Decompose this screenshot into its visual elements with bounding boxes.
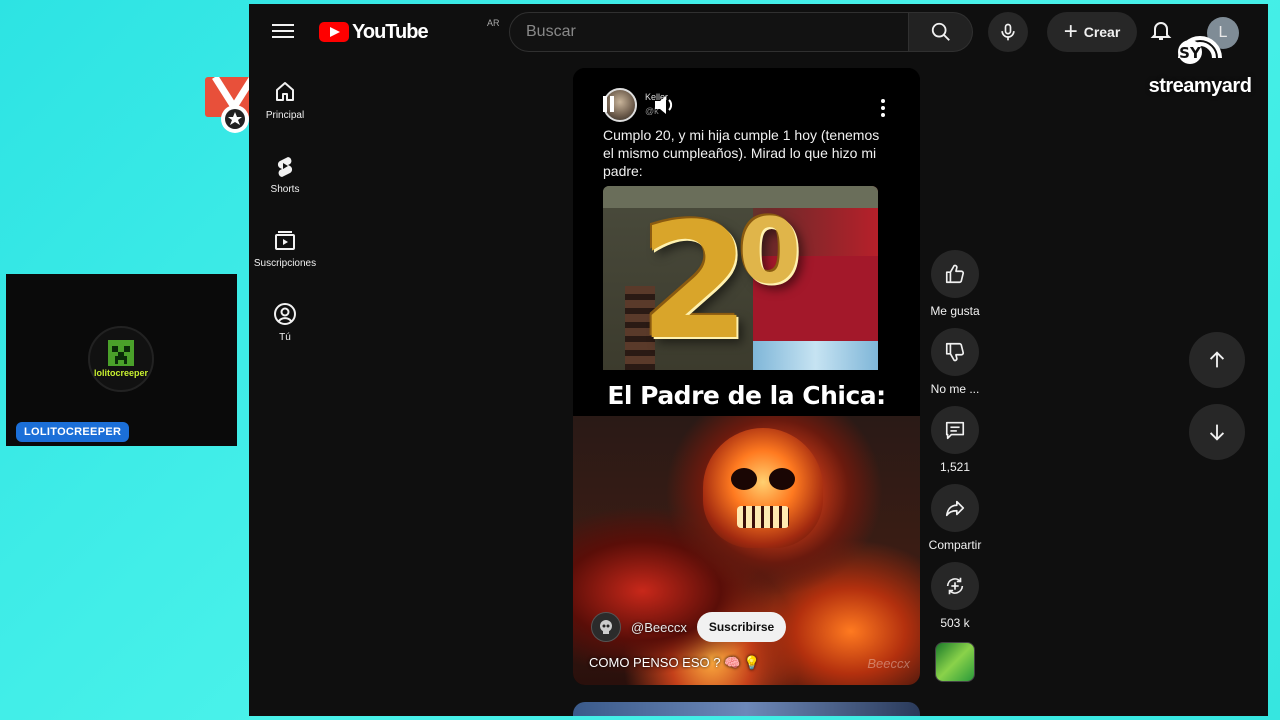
video-frame [573,416,920,685]
card-text: Cumplo 20, y mi hija cumple 1 hoy (tenem… [603,127,880,179]
search-button[interactable] [909,12,973,52]
youtube-window: YouTube AR + Crear L Principal Shorts [249,4,1268,716]
cam-avatar: lolitocreeper [88,326,154,392]
dislike-button[interactable] [931,328,979,376]
subscribe-button[interactable]: Suscribirse [696,612,787,642]
comments-count: 1,521 [939,460,971,474]
share-label: Compartir [928,538,982,552]
create-button[interactable]: + Crear [1047,12,1137,52]
country-code: AR [487,18,500,28]
webcam-panel: lolitocreeper LOLITOCREEPER [6,274,237,446]
creeper-icon [108,340,134,366]
remix-action: 503 k [929,562,981,640]
share-action: Compartir [929,484,981,562]
comments-button[interactable] [931,406,979,454]
user-icon [274,303,296,325]
arrow-down-icon [1209,424,1225,441]
thumbs-down-icon [945,342,965,362]
youtube-play-icon [319,22,349,42]
like-button[interactable] [931,250,979,298]
youtube-header: YouTube AR + Crear L [249,4,1268,60]
search-input[interactable] [509,12,909,52]
like-action: Me gusta [929,250,981,328]
next-short-preview[interactable] [573,702,920,716]
comment-icon [945,421,965,440]
channel-avatar[interactable] [591,612,621,642]
pause-button[interactable] [603,96,623,116]
create-label: Crear [1083,24,1121,40]
menu-button[interactable] [269,20,297,44]
remix-button[interactable] [931,562,979,610]
sidebar-item-shorts[interactable]: Shorts [249,144,321,218]
cam-name-tag: LOLITOCREEPER [16,422,130,442]
comments-action: 1,521 [929,406,981,484]
sidebar-item-home[interactable]: Principal [249,70,321,144]
short-card: Keller @k Cumplo 20, y mi hija cumple 1 … [573,68,920,416]
share-icon [945,500,965,517]
sidebar-item-subscriptions[interactable]: Suscripciones [249,218,321,292]
streamyard-label: streamyard [1148,75,1252,97]
short-title[interactable]: COMO PENSO ESO ? 🧠 💡 [589,655,760,671]
channel-row: @Beeccx Suscribirse [591,612,787,642]
remix-icon [946,577,964,595]
video-caption: El Padre de la Chica: [607,380,886,410]
cam-avatar-name: lolitocreeper [93,368,149,378]
channel-handle[interactable]: @Beeccx [631,620,687,635]
sidebar-item-you[interactable]: Tú [249,292,321,366]
short-actions: Me gusta No me ... 1,521 Compartir 503 k [929,250,981,690]
youtube-logo[interactable]: YouTube AR [319,18,500,44]
plus-icon: + [1063,18,1078,45]
logo-text: YouTube [352,20,429,43]
more-options-button[interactable] [873,98,893,118]
flaming-skull [703,428,823,548]
streamyard-icon: SY [1178,36,1222,64]
sidebar-item-label: Tú [279,332,291,343]
skull-avatar-icon [600,620,612,634]
sidebar: Principal Shorts Suscripciones Tú [249,70,321,366]
volume-button[interactable] [653,94,679,116]
svg-text:SY: SY [1179,44,1202,62]
video-watermark: Beeccx [867,656,910,671]
sidebar-item-label: Principal [265,110,305,121]
streamyard-logo: SY streamyard [1140,18,1260,100]
previous-short-button[interactable] [1189,332,1245,388]
remix-count: 503 k [940,616,970,630]
shorts-icon [277,157,293,177]
dislike-label: No me ... [930,382,980,396]
subscriptions-icon [275,231,295,250]
sidebar-item-label: Shorts [270,184,300,195]
sidebar-item-label: Suscripciones [253,258,317,269]
arrow-up-icon [1209,351,1225,368]
dislike-action: No me ... [929,328,981,406]
like-label: Me gusta [930,304,980,318]
birthday-photo: 20 [603,186,878,382]
voice-search-button[interactable] [988,12,1028,52]
short-video-player[interactable]: Keller @k Cumplo 20, y mi hija cumple 1 … [573,68,920,685]
volume-icon [655,96,673,114]
home-icon [276,82,294,101]
sound-thumbnail[interactable] [935,642,975,682]
balloon-number: 20 [639,188,801,375]
thumbs-up-icon [945,264,965,284]
microphone-icon [1001,23,1015,41]
share-button[interactable] [931,484,979,532]
sound-action [929,640,981,690]
search-bar [509,12,973,52]
caption-bar: El Padre de la Chica: [573,370,920,420]
search-icon [931,22,950,41]
next-short-button[interactable] [1189,404,1245,460]
